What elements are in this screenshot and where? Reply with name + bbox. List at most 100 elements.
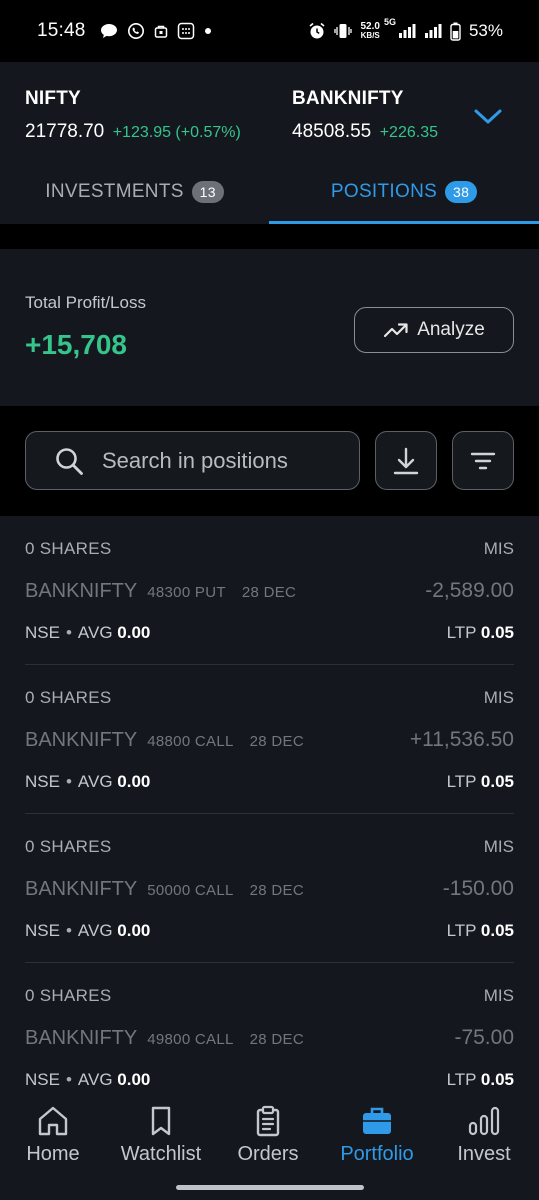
positions-list: 0 SHARES MIS BANKNIFTY 48300 PUT 28 DEC -2…	[0, 516, 539, 1099]
whatsapp-icon	[127, 23, 144, 39]
network-type: 5G	[383, 17, 396, 27]
bookmark-icon	[151, 1106, 171, 1136]
position-symbol-line: BANKNIFTY 48300 PUT 28 DEC	[25, 580, 296, 603]
nav-label: Watchlist	[120, 1143, 202, 1165]
avg-label: AVG	[77, 772, 113, 791]
nav-label: Portfolio	[340, 1143, 414, 1165]
avg-value: 0.00	[117, 772, 151, 791]
position-exchange-avg: NSE • AVG 0.00	[25, 921, 151, 940]
position-exchange: NSE	[25, 623, 60, 642]
ltp-label: LTP	[446, 772, 477, 791]
search-icon	[56, 447, 83, 475]
position-pnl: -2,589.00	[425, 579, 514, 602]
filter-icon	[470, 452, 496, 469]
position-expiry: 28 DEC	[249, 733, 304, 750]
position-shares: 0 SHARES	[25, 986, 112, 1005]
ltp-label: LTP	[446, 1070, 477, 1089]
filter-button[interactable]	[452, 431, 514, 490]
search-input[interactable]	[102, 447, 342, 474]
battery-percent: 53%	[468, 21, 503, 40]
position-ltp: LTP 0.05	[447, 921, 514, 941]
clipboard-icon	[256, 1105, 280, 1137]
battery-icon	[450, 22, 461, 41]
position-exchange-avg: NSE • AVG 0.00	[25, 772, 151, 791]
analyze-button[interactable]: Analyze	[354, 307, 514, 353]
search-box[interactable]	[25, 431, 360, 490]
position-shares: 0 SHARES	[25, 688, 112, 707]
count-badge: 13	[191, 181, 224, 203]
download-icon	[393, 447, 419, 474]
chevron-down-icon[interactable]	[473, 106, 503, 126]
analyze-label: Analyze	[417, 319, 485, 340]
position-exchange-avg: NSE • AVG 0.00	[25, 1070, 151, 1089]
tab-label: POSITIONS	[330, 181, 438, 202]
ltp-value: 0.05	[480, 1070, 514, 1089]
index-value: 48508.55	[292, 121, 372, 142]
vibrate-icon	[334, 24, 353, 38]
pnl-label: Total Profit/Loss	[25, 293, 146, 312]
avg-label: AVG	[77, 1070, 113, 1089]
ltp-label: LTP	[446, 921, 477, 940]
position-exchange: NSE	[25, 921, 60, 940]
calendar-grid-icon	[177, 22, 194, 40]
position-expiry: 28 DEC	[249, 1031, 304, 1048]
ltp-value: 0.05	[480, 623, 514, 642]
index-nifty[interactable]: NIFTY 21778.70 +123.95 (+0.57%)	[25, 88, 241, 143]
portfolio-tabs: INVESTMENTS 13 POSITIONS 38	[0, 160, 539, 224]
search-row	[0, 406, 539, 516]
position-ltp: LTP 0.05	[447, 772, 514, 792]
count-badge: 38	[445, 181, 478, 203]
download-button[interactable]	[375, 431, 437, 490]
index-header: NIFTY 21778.70 +123.95 (+0.57%) BANKNIFT…	[0, 62, 539, 224]
profit-loss-card: Total Profit/Loss +15,708 Analyze	[0, 249, 539, 406]
position-exchange: NSE	[25, 772, 60, 791]
index-name: NIFTY	[25, 88, 81, 109]
position-ltp: LTP 0.05	[447, 1070, 514, 1090]
position-symbol-line: BANKNIFTY 50000 CALL 28 DEC	[25, 878, 304, 901]
nav-label: Invest	[457, 1143, 511, 1165]
ltp-label: LTP	[446, 623, 477, 642]
trending-up-icon	[384, 323, 408, 338]
position-row[interactable]: 0 SHARES MIS BANKNIFTY 48800 CALL 28 DEC +…	[25, 665, 514, 814]
status-time: 15:48	[37, 20, 86, 41]
index-name: BANKNIFTY	[292, 88, 404, 109]
position-symbol: BANKNIFTY	[25, 878, 138, 900]
position-product: MIS	[483, 837, 514, 856]
nav-invest[interactable]: Invest	[429, 1105, 539, 1166]
briefcase-icon	[363, 1107, 391, 1134]
position-pnl: -75.00	[454, 1026, 514, 1049]
avg-value: 0.00	[117, 1070, 151, 1089]
position-row[interactable]: 0 SHARES MIS BANKNIFTY 48300 PUT 28 DEC -2…	[25, 516, 514, 665]
nav-watchlist[interactable]: Watchlist	[106, 1105, 216, 1166]
position-expiry: 28 DEC	[249, 882, 304, 899]
signal-icon-2	[424, 24, 442, 38]
position-shares: 0 SHARES	[25, 837, 112, 856]
position-exchange-avg: NSE • AVG 0.00	[25, 623, 151, 642]
home-indicator[interactable]	[176, 1185, 364, 1190]
index-banknifty[interactable]: BANKNIFTY 48508.55 +226.35	[292, 88, 457, 143]
position-ltp: LTP 0.05	[447, 623, 514, 643]
nav-home[interactable]: Home	[0, 1105, 108, 1166]
position-strike: 50000 CALL	[147, 882, 234, 899]
position-exchange: NSE	[25, 1070, 60, 1089]
tab-label: INVESTMENTS	[45, 181, 184, 202]
position-symbol: BANKNIFTY	[25, 729, 138, 751]
position-strike: 48800 CALL	[147, 733, 234, 750]
nav-portfolio[interactable]: Portfolio	[322, 1105, 432, 1166]
bar-chart-icon	[468, 1106, 500, 1136]
position-shares: 0 SHARES	[25, 539, 112, 558]
signal-icon	[398, 24, 416, 38]
position-strike: 48300 PUT	[147, 584, 226, 601]
index-value: 21778.70	[25, 121, 105, 142]
position-product: MIS	[483, 688, 514, 707]
ltp-value: 0.05	[480, 772, 514, 791]
chat-bubble-icon	[100, 24, 117, 38]
position-row[interactable]: 0 SHARES MIS BANKNIFTY 50000 CALL 28 DEC -…	[25, 814, 514, 963]
tab-investments[interactable]: INVESTMENTS 13	[0, 160, 269, 224]
index-change: +123.95 (+0.57%)	[112, 124, 241, 141]
position-row[interactable]: 0 SHARES MIS BANKNIFTY 49800 CALL 28 DEC -…	[25, 963, 514, 1099]
tab-positions[interactable]: POSITIONS 38	[269, 160, 539, 224]
nav-orders[interactable]: Orders	[213, 1105, 323, 1166]
bag-icon	[154, 25, 167, 38]
position-pnl: +11,536.50	[409, 728, 514, 751]
